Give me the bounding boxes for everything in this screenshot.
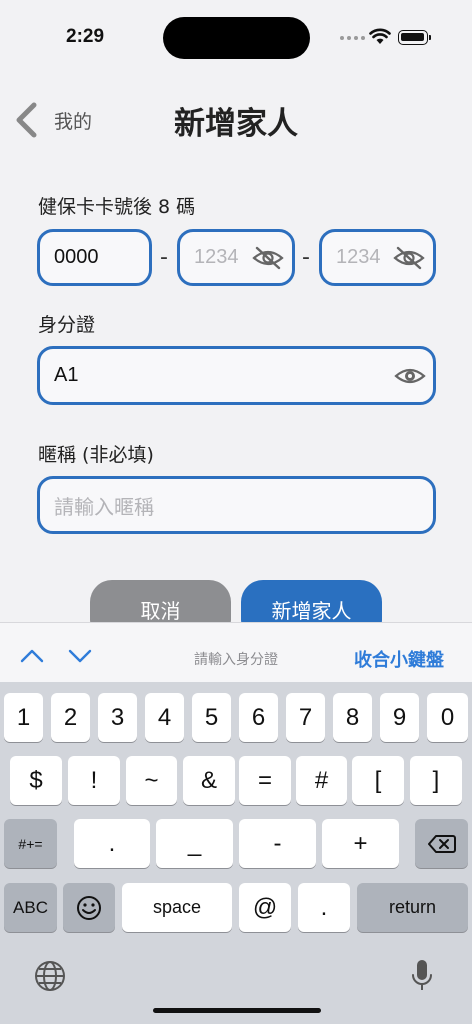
id-card-label: 身分證 (38, 314, 96, 336)
id-card-field[interactable]: A1 (37, 346, 436, 405)
key-dollar[interactable]: $ (10, 756, 62, 805)
key-space[interactable]: space (122, 883, 232, 932)
page-title: 新增家人 (174, 106, 298, 142)
key-7[interactable]: 7 (286, 693, 325, 742)
key-9[interactable]: 9 (380, 693, 419, 742)
key-tilde[interactable]: ~ (126, 756, 177, 805)
signal-icon (340, 36, 365, 40)
key-plus[interactable]: + (322, 819, 399, 868)
globe-icon[interactable] (34, 960, 66, 992)
key-equals[interactable]: = (239, 756, 291, 805)
key-symbols-toggle[interactable]: #+= (4, 819, 57, 868)
key-underscore[interactable]: _ (156, 819, 233, 868)
key-6[interactable]: 6 (239, 693, 278, 742)
key-emoji[interactable] (63, 883, 115, 932)
eye-icon[interactable] (394, 364, 426, 388)
key-5[interactable]: 5 (192, 693, 231, 742)
key-dot[interactable]: . (298, 883, 350, 932)
emoji-icon (77, 895, 101, 920)
backspace-icon (427, 834, 456, 853)
status-time: 2:29 (66, 26, 105, 47)
card-number-field-2[interactable]: 1234 (177, 229, 295, 286)
card-number-label: 健保卡卡號後 8 碼 (38, 196, 196, 218)
card-number-placeholder: 1234 (336, 246, 381, 268)
key-2[interactable]: 2 (51, 693, 90, 742)
wifi-icon (369, 28, 391, 44)
nickname-field[interactable]: 請輸入暱稱 (37, 476, 436, 534)
key-8[interactable]: 8 (333, 693, 372, 742)
microphone-icon[interactable] (410, 958, 434, 994)
dismiss-keyboard-button[interactable]: 收合小鍵盤 (354, 646, 444, 672)
battery-icon (398, 30, 431, 45)
card-number-placeholder: 1234 (194, 246, 239, 268)
key-return[interactable]: return (357, 883, 468, 932)
key-4[interactable]: 4 (145, 693, 184, 742)
key-3[interactable]: 3 (98, 693, 137, 742)
dynamic-island (163, 17, 310, 59)
card-number-field-1[interactable]: 0000 (37, 229, 152, 286)
card-number-field-3[interactable]: 1234 (319, 229, 436, 286)
key-at[interactable]: @ (239, 883, 291, 932)
eye-slash-icon[interactable] (252, 246, 284, 270)
key-exclamation[interactable]: ! (68, 756, 120, 805)
separator-dash: - (160, 245, 168, 270)
nickname-placeholder: 請輸入暱稱 (54, 496, 154, 519)
key-bracket-right[interactable]: ] (410, 756, 462, 805)
nickname-label: 暱稱 (非必填) (38, 444, 154, 466)
card-number-value: 0000 (54, 246, 99, 268)
key-0[interactable]: 0 (427, 693, 468, 742)
home-indicator (153, 1008, 321, 1013)
key-minus[interactable]: - (239, 819, 316, 868)
key-abc[interactable]: ABC (4, 883, 57, 932)
separator-dash: - (302, 245, 310, 270)
key-1[interactable]: 1 (4, 693, 43, 742)
id-card-value: A1 (54, 364, 79, 386)
key-hash[interactable]: # (296, 756, 347, 805)
key-ampersand[interactable]: & (183, 756, 235, 805)
key-period[interactable]: . (74, 819, 150, 868)
key-bracket-left[interactable]: [ (352, 756, 404, 805)
key-delete[interactable] (415, 819, 468, 868)
eye-slash-icon[interactable] (393, 246, 425, 270)
